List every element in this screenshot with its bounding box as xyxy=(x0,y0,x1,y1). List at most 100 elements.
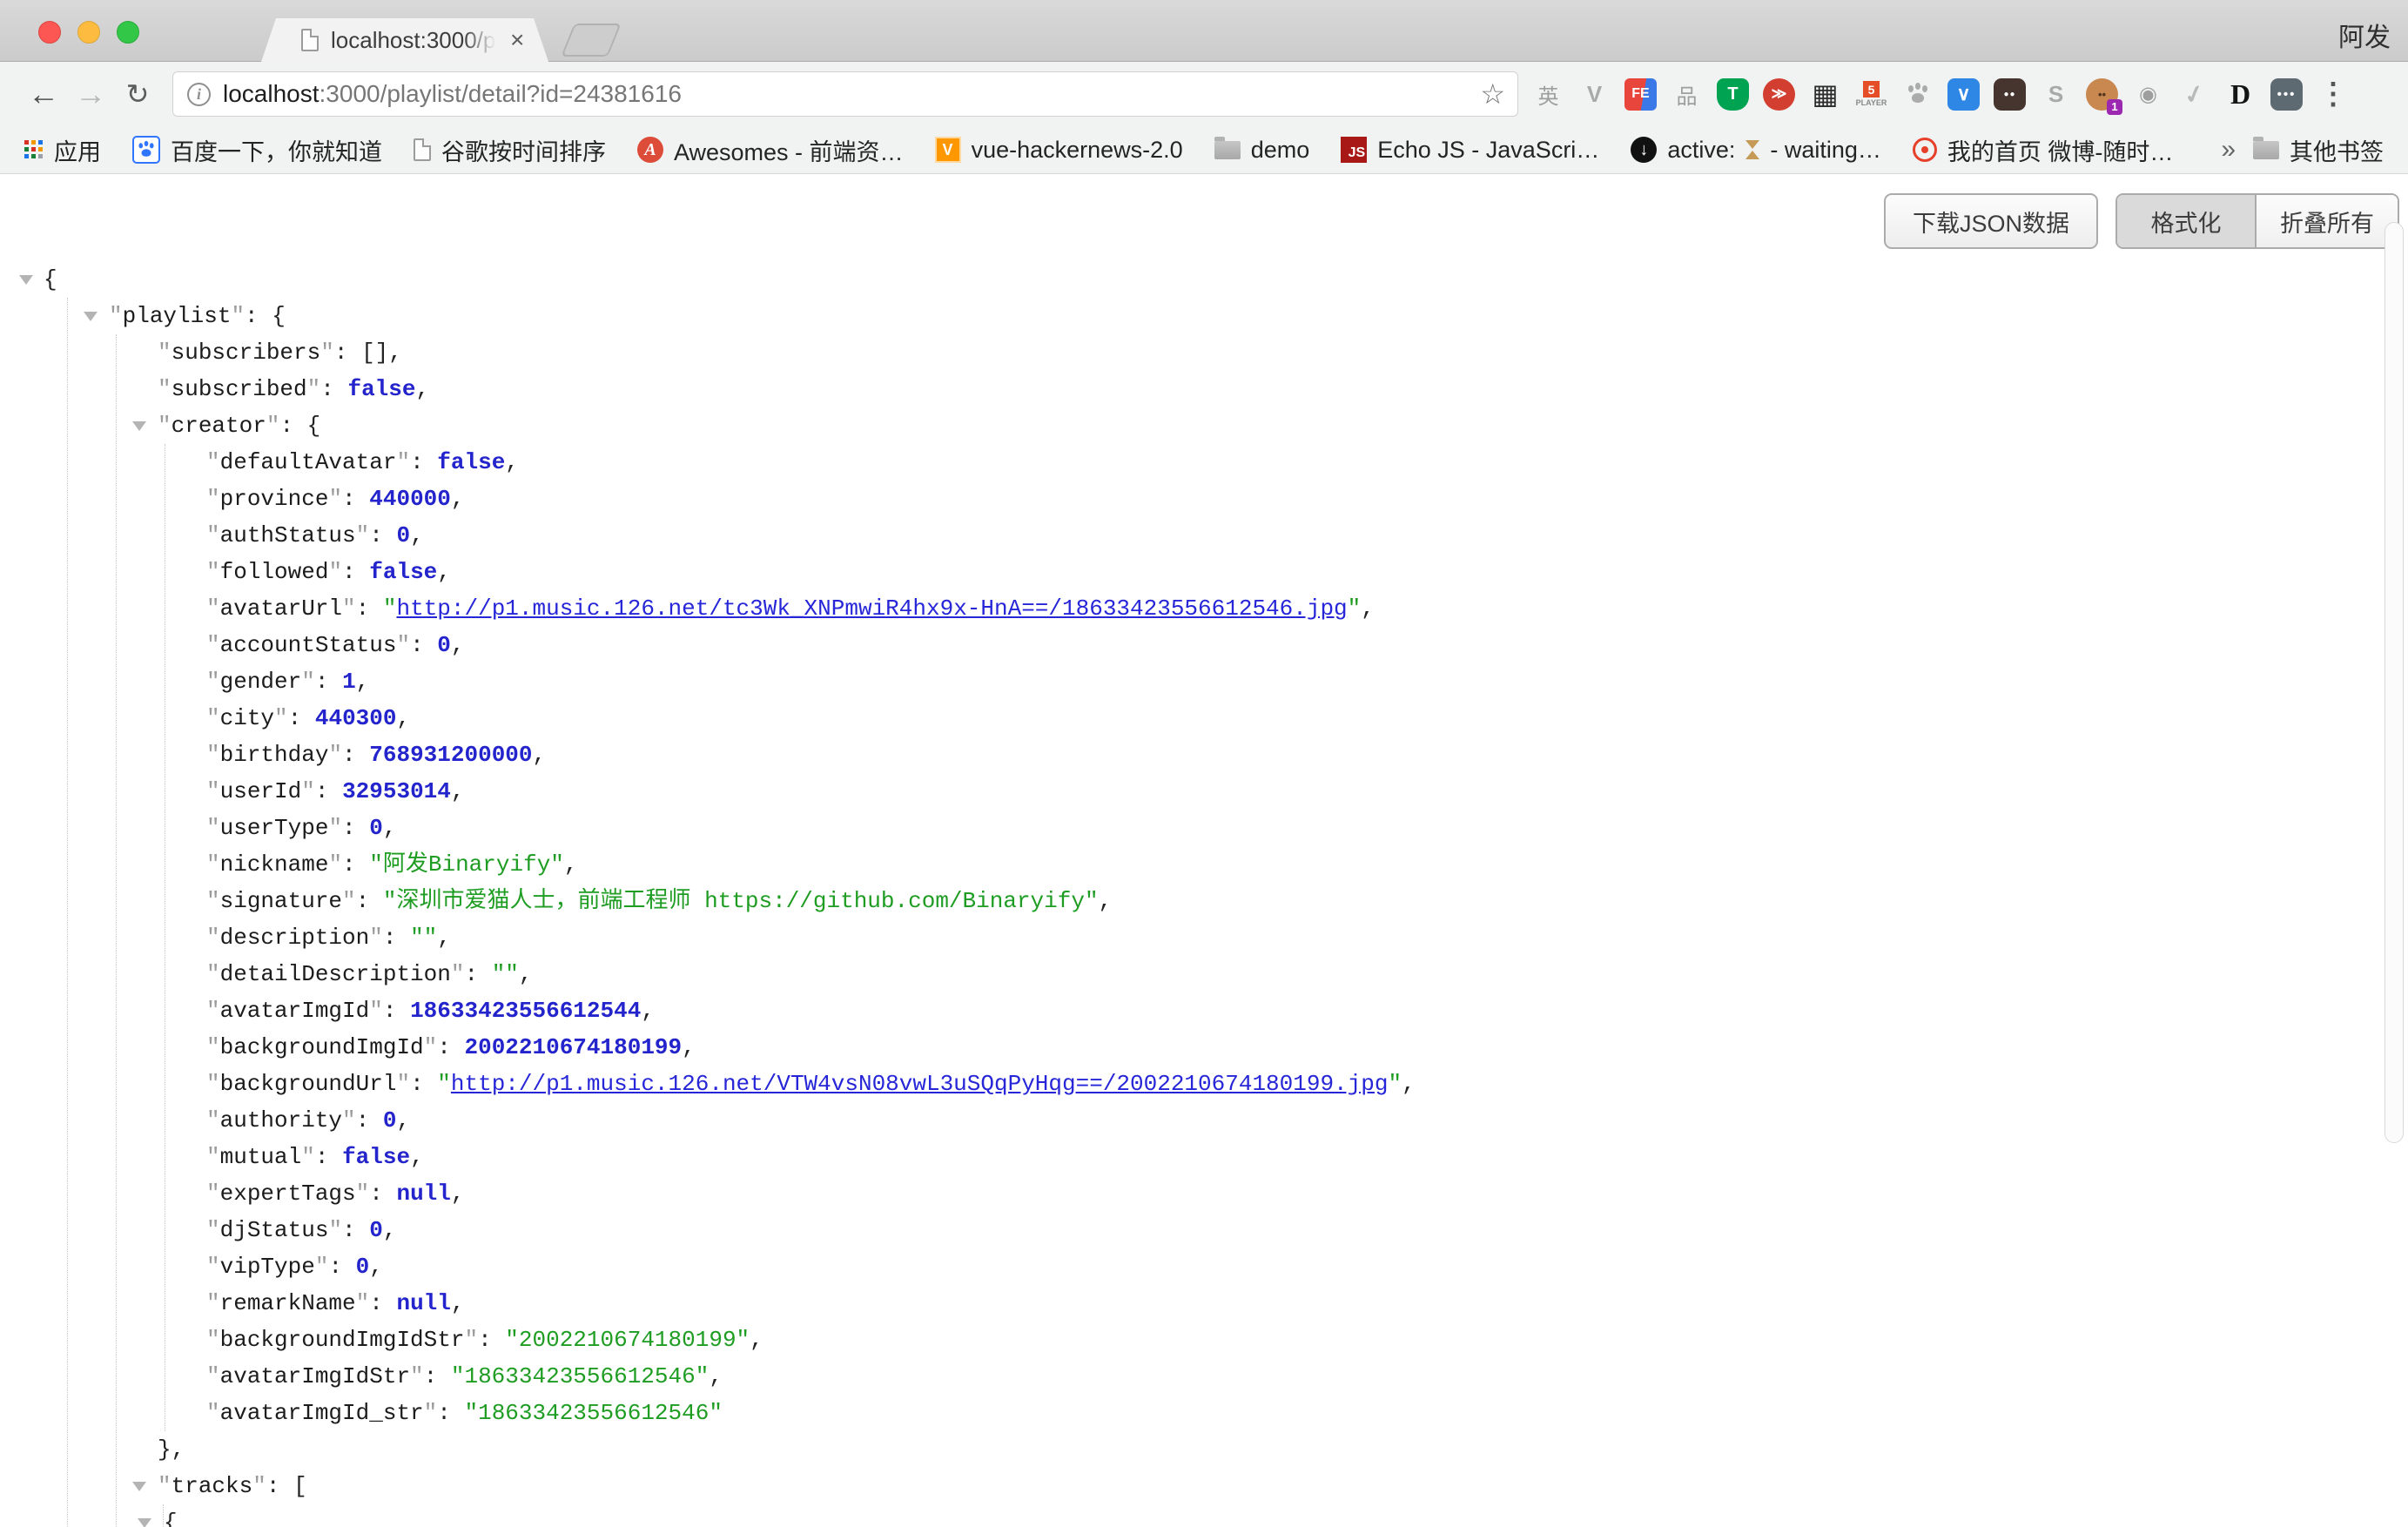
forward-button[interactable]: → xyxy=(73,76,108,112)
minimize-window-button[interactable] xyxy=(77,21,100,44)
bookmark-label: vue-hackernews-2.0 xyxy=(972,137,1183,164)
json-row-vipType: "vipType": 0, xyxy=(165,1248,2373,1285)
site-info-icon[interactable]: i xyxy=(187,83,211,106)
paw-extension-icon[interactable] xyxy=(1901,78,1934,111)
video-speed-extension-icon[interactable]: ≫ xyxy=(1763,78,1795,111)
close-window-button[interactable] xyxy=(38,21,61,44)
awesomes-icon: A xyxy=(637,137,663,163)
bookmark-active[interactable]: ↓ active: - waiting… xyxy=(1631,137,1881,164)
monkey-extension-icon[interactable]: ••1 xyxy=(2086,78,2118,111)
onetab-extension-icon[interactable]: ••• xyxy=(2270,78,2303,111)
json-row-backgroundImgIdStr: "backgroundImgIdStr": "2002210674180199"… xyxy=(165,1322,2373,1358)
browser-toolbar: ← → ↻ i localhost:3000/playlist/detail?i… xyxy=(0,62,2408,126)
download-json-button[interactable]: 下载JSON数据 xyxy=(1884,193,2098,249)
echojs-icon: JS xyxy=(1341,137,1367,163)
bookmarks-overflow-chevron[interactable]: » xyxy=(2221,135,2236,165)
json-row-signature: "signature": "深圳市爱猫人士，前端工程师 https://gith… xyxy=(165,883,2373,919)
json-url-link[interactable]: http://p1.music.126.net/tc3Wk_XNPmwiR4hx… xyxy=(396,595,1347,622)
url-bar[interactable]: i localhost:3000/playlist/detail?id=2438… xyxy=(172,71,1518,117)
stylish-extension-icon[interactable]: S xyxy=(2040,78,2072,111)
collapse-triangle-icon[interactable] xyxy=(132,1482,146,1491)
json-row-nickname: "nickname": "阿发Binaryify", xyxy=(165,846,2373,883)
collapse-triangle-icon[interactable] xyxy=(132,421,146,431)
bookmark-star-icon[interactable]: ☆ xyxy=(1480,77,1505,111)
json-row-description: "description": "", xyxy=(165,919,2373,956)
other-bookmarks-folder[interactable]: 其他书签 xyxy=(2253,133,2384,167)
extension-icons-strip: 英V FE 品T ≫ ▦ 5PLAYER ∨ ●● S ••1 ◉ ✓ D ••• xyxy=(1532,78,2303,111)
json-row-djStatus: "djStatus": 0, xyxy=(165,1212,2373,1248)
json-row-avatarImgId: "avatarImgId": 18633423556612544, xyxy=(165,992,2373,1029)
json-tree: {"playlist": {"subscribers": [],"subscri… xyxy=(0,261,2373,1527)
bookmark-label: 百度一下，你就知道 xyxy=(171,133,382,167)
collapse-all-button[interactable]: 折叠所有 xyxy=(2255,195,2398,247)
json-row-authority: "authority": 0, xyxy=(165,1102,2373,1139)
browser-menu-button[interactable]: ⋮ xyxy=(2318,77,2348,111)
extension-badge: 1 xyxy=(2107,99,2122,115)
player-caption: PLAYER xyxy=(1856,98,1887,107)
json-row-expertTags: "expertTags": null, xyxy=(165,1175,2373,1212)
browser-window: localhost:3000/playlist/detail?i × 阿发 ← … xyxy=(0,0,2408,1527)
json-row-defaultAvatar: "defaultAvatar": false, xyxy=(165,444,2373,481)
tab-title-fade xyxy=(463,27,501,54)
vue-devtools-extension-icon[interactable]: V xyxy=(1578,78,1611,111)
collapse-triangle-icon[interactable] xyxy=(138,1518,151,1527)
collapse-triangle-icon[interactable] xyxy=(19,275,33,285)
browser-tab[interactable]: localhost:3000/playlist/detail?i × xyxy=(261,18,548,62)
bookmark-google-sort[interactable]: 谷歌按时间排序 xyxy=(414,133,606,167)
tab-close-icon[interactable]: × xyxy=(510,28,524,52)
vue-icon: V xyxy=(935,137,961,163)
collapse-triangle-icon[interactable] xyxy=(84,312,98,321)
html5-logo: 5 xyxy=(1863,81,1880,98)
qrcode-extension-icon[interactable]: ▦ xyxy=(1809,78,1841,111)
downloader-extension-icon[interactable]: ∨ xyxy=(1947,78,1980,111)
fe-extension-icon[interactable]: FE xyxy=(1624,78,1657,111)
bookmarks-bar: 应用 百度一下，你就知道 谷歌按时间排序 AAwesomes - 前端资… Vvue-h… xyxy=(0,126,2408,174)
bookmark-label: - waiting… xyxy=(1770,137,1881,164)
vertical-scrollbar-thumb[interactable] xyxy=(2384,222,2404,1143)
baidu-paw-icon xyxy=(132,136,160,164)
hourglass-icon xyxy=(1745,140,1759,159)
bookmark-awesomes[interactable]: AAwesomes - 前端资… xyxy=(637,133,904,167)
sitemap-extension-icon[interactable]: 品 xyxy=(1671,78,1703,111)
translate-extension-icon[interactable]: 英 xyxy=(1532,78,1564,111)
incognito-extension-icon[interactable]: ●● xyxy=(1994,78,2026,111)
bookmark-echojs[interactable]: JS Echo JS - JavaScri… xyxy=(1341,137,1599,164)
url-text[interactable]: localhost:3000/playlist/detail?id=243816… xyxy=(223,80,682,108)
bird-extension-icon[interactable]: ✓ xyxy=(2175,75,2214,114)
bookmark-apps[interactable]: 应用 xyxy=(24,133,101,167)
bookmark-baidu[interactable]: 百度一下，你就知道 xyxy=(132,133,382,167)
page-icon xyxy=(414,138,431,161)
bookmark-weibo[interactable]: 我的首页 微博-随时… xyxy=(1913,133,2174,167)
profile-name[interactable]: 阿发 xyxy=(2338,16,2391,54)
weibo-icon xyxy=(1913,138,1937,162)
json-row-avatarImgId_str: "avatarImgId_str": "18633423556612546" xyxy=(165,1395,2373,1431)
json-url-link[interactable]: http://p1.music.126.net/VTW4vsN08vwL3uSQ… xyxy=(451,1071,1389,1097)
json-row-subscribers: "subscribers": [], xyxy=(117,334,2373,371)
tab-title: localhost:3000/playlist/detail?i xyxy=(331,27,501,54)
json-row-detailDescription: "detailDescription": "", xyxy=(165,956,2373,992)
zoom-window-button[interactable] xyxy=(117,21,139,44)
download-circle-icon: ↓ xyxy=(1631,137,1657,163)
bookmark-label: active: xyxy=(1667,137,1735,164)
bookmark-label: Echo JS - JavaScri… xyxy=(1377,137,1599,164)
bookmark-demo[interactable]: demo xyxy=(1214,137,1310,164)
bookmark-label: 我的首页 微博-随时… xyxy=(1947,133,2174,167)
json-row-city: "city": 440300, xyxy=(165,700,2373,737)
json-children-block: { xyxy=(163,1504,2373,1527)
html5-player-extension-icon[interactable]: 5PLAYER xyxy=(1855,78,1887,111)
weibo-gray-extension-icon[interactable]: ◉ xyxy=(2132,78,2164,111)
tampermonkey-shield-extension-icon[interactable]: T xyxy=(1717,78,1749,111)
json-row-backgroundImgId: "backgroundImgId": 2002210674180199, xyxy=(165,1029,2373,1066)
bookmark-vue-hackernews[interactable]: Vvue-hackernews-2.0 xyxy=(935,137,1183,164)
bookmark-label: 谷歌按时间排序 xyxy=(441,133,606,167)
other-bookmarks-area: » 其他书签 xyxy=(2221,133,2384,167)
tab-favicon-page-icon xyxy=(301,29,319,51)
new-tab-button[interactable] xyxy=(561,24,621,57)
back-button[interactable]: ← xyxy=(26,76,61,112)
reload-button[interactable]: ↻ xyxy=(120,77,155,111)
format-button[interactable]: 格式化 xyxy=(2117,195,2255,247)
paw-shape xyxy=(1907,83,1929,105)
traffic-lights xyxy=(38,21,139,44)
json-row-followed: "followed": false, xyxy=(165,554,2373,590)
dark-reader-extension-icon[interactable]: D xyxy=(2224,78,2257,111)
